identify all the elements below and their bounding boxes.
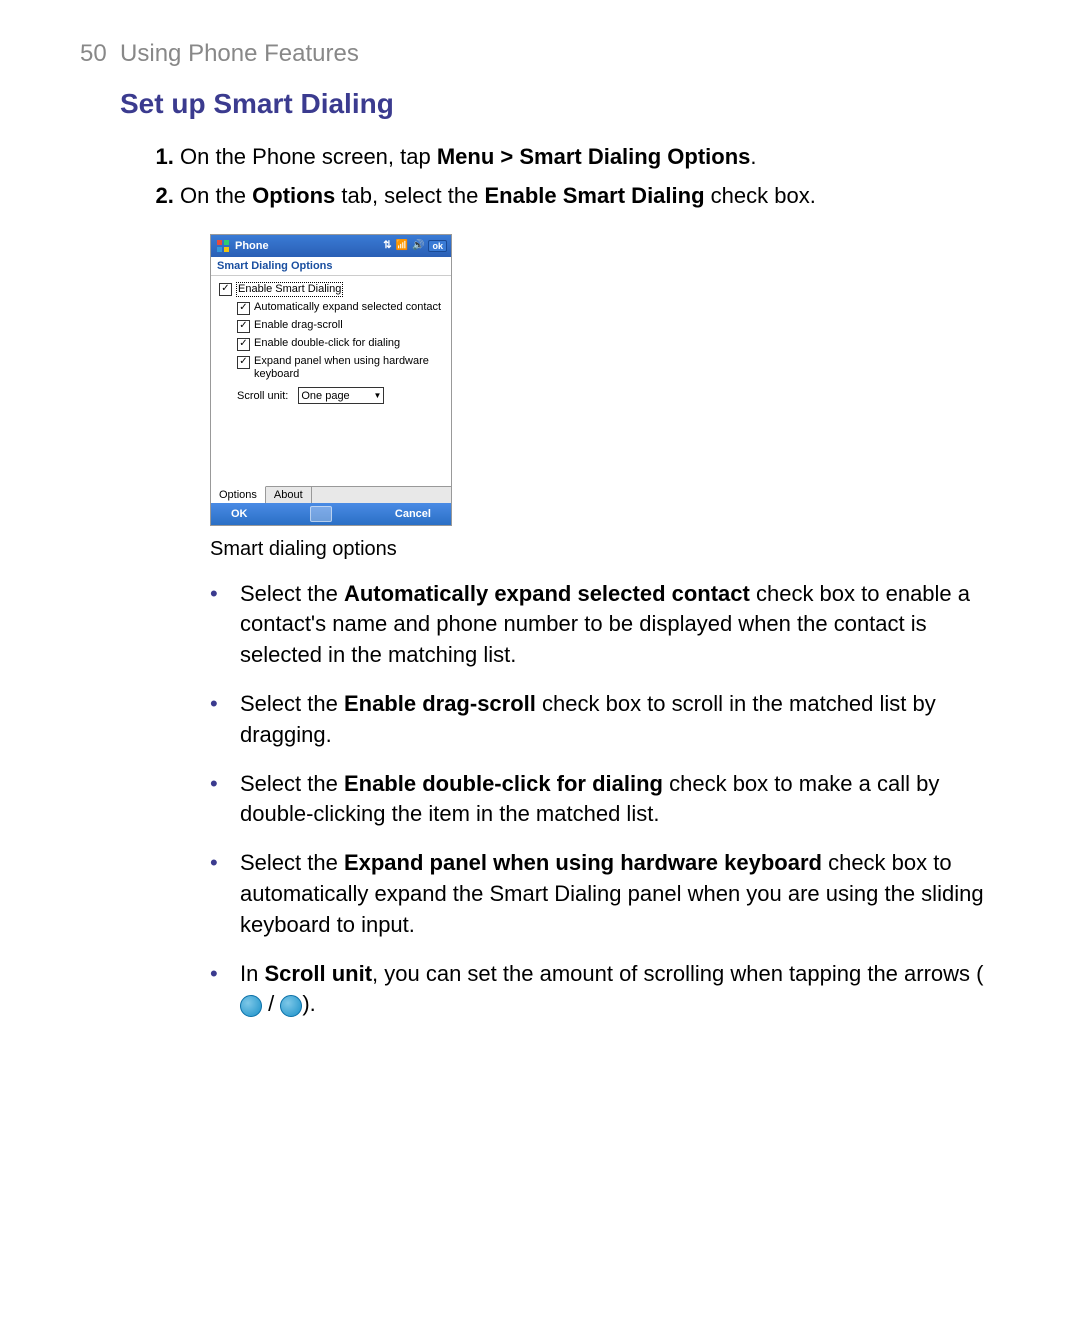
checkbox-checked-icon: ✓ [237, 338, 250, 351]
panel-title: Smart Dialing Options [211, 257, 451, 276]
tab-options[interactable]: Options [211, 486, 266, 503]
screenshot-container: Phone ⇅ 📶 🔊 ok Smart Dialing Options ✓ E… [210, 234, 1000, 561]
page-header: 50 Using Phone Features [80, 40, 1000, 68]
scroll-unit-dropdown[interactable]: One page ▼ [298, 387, 384, 404]
checkbox-checked-icon: ✓ [237, 320, 250, 333]
tab-about[interactable]: About [266, 487, 312, 503]
manual-page: 50 Using Phone Features Set up Smart Dia… [0, 0, 1080, 1082]
softkey-cancel[interactable]: Cancel [395, 508, 431, 520]
bullet-list: Select the Automatically expand selected… [210, 579, 1000, 1021]
option-double-click[interactable]: ✓ Enable double-click for dialing [237, 337, 443, 351]
tray-icons: ⇅ 📶 🔊 ok [383, 240, 447, 252]
tab-bar: Options About [211, 486, 451, 503]
screenshot-caption: Smart dialing options [210, 538, 1000, 561]
bullet-drag-scroll: Select the Enable drag-scroll check box … [210, 689, 1000, 751]
step-2: On the Options tab, select the Enable Sm… [180, 181, 1000, 212]
connectivity-icon: ⇅ [383, 240, 391, 251]
arrow-down-icon [280, 995, 302, 1017]
bullet-auto-expand: Select the Automatically expand selected… [210, 579, 1000, 671]
windows-logo-icon [215, 238, 231, 254]
keyboard-icon[interactable] [310, 506, 332, 522]
option-enable-smart-dialing[interactable]: ✓ Enable Smart Dialing [219, 282, 443, 297]
device-titlebar: Phone ⇅ 📶 🔊 ok [211, 235, 451, 257]
options-body: ✓ Enable Smart Dialing ✓ Automatically e… [211, 276, 451, 486]
steps-list: On the Phone screen, tap Menu > Smart Di… [150, 142, 1000, 212]
bullet-double-click: Select the Enable double-click for diali… [210, 769, 1000, 831]
scroll-unit-row: Scroll unit: One page ▼ [237, 387, 443, 404]
option-expand-panel[interactable]: ✓ Expand panel when using hardware keybo… [237, 355, 443, 381]
device-screenshot: Phone ⇅ 📶 🔊 ok Smart Dialing Options ✓ E… [210, 234, 452, 526]
bullet-scroll-unit: In Scroll unit, you can set the amount o… [210, 959, 1000, 1021]
chapter-title: Using Phone Features [120, 40, 359, 67]
checkbox-checked-icon: ✓ [237, 356, 250, 369]
page-number: 50 [80, 40, 107, 67]
softkey-bar: OK Cancel [211, 503, 451, 525]
step-1: On the Phone screen, tap Menu > Smart Di… [180, 142, 1000, 173]
speaker-icon: 🔊 [412, 240, 424, 251]
checkbox-checked-icon: ✓ [219, 283, 232, 296]
chevron-down-icon: ▼ [373, 391, 381, 400]
signal-icon: 📶 [396, 240, 408, 251]
device-title: Phone [235, 240, 383, 252]
ok-small-button[interactable]: ok [428, 240, 447, 252]
checkbox-checked-icon: ✓ [237, 302, 250, 315]
scroll-unit-label: Scroll unit: [237, 390, 288, 402]
softkey-ok[interactable]: OK [231, 508, 248, 520]
section-title: Set up Smart Dialing [120, 88, 1000, 120]
option-auto-expand[interactable]: ✓ Automatically expand selected contact [237, 301, 443, 315]
arrow-up-icon [240, 995, 262, 1017]
bullet-expand-panel: Select the Expand panel when using hardw… [210, 848, 1000, 940]
option-drag-scroll[interactable]: ✓ Enable drag-scroll [237, 319, 443, 333]
